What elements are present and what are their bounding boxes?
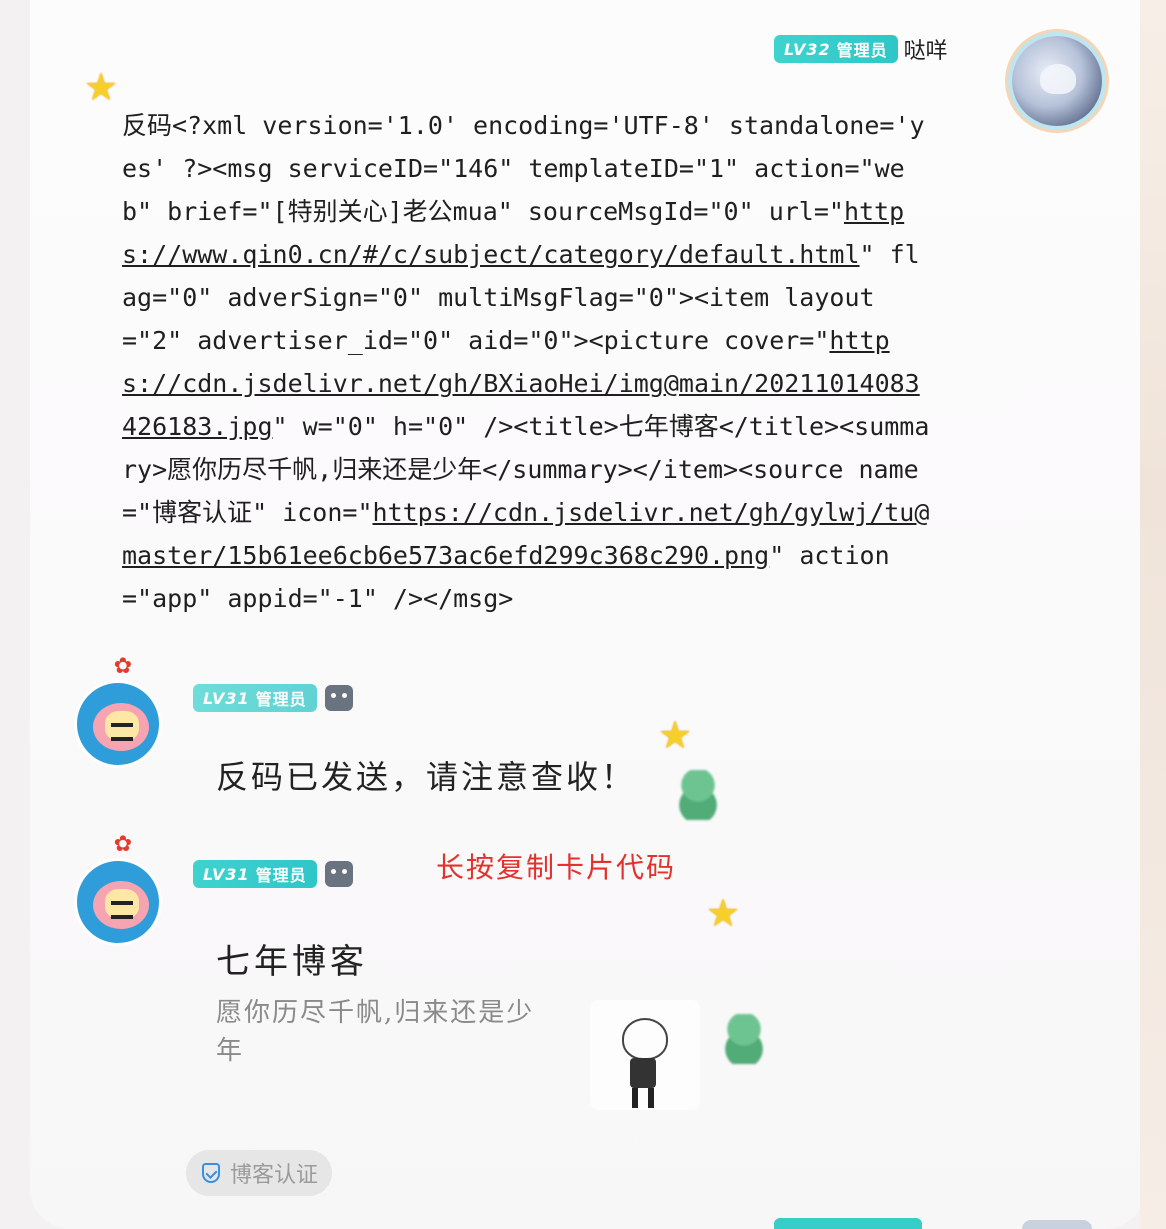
- robot-icon: [324, 685, 353, 711]
- avatar-image: [74, 858, 162, 946]
- robot-icon: [324, 861, 353, 887]
- role-text: 管理员: [255, 690, 307, 709]
- level-text: LV31: [203, 688, 250, 708]
- bot-message-header: LV31 管理员: [193, 860, 353, 888]
- self-message-header: LV32 管理员 哒咩: [774, 33, 948, 65]
- shield-icon: [202, 1163, 220, 1183]
- next-message-avatar: [1022, 1220, 1092, 1229]
- sender-name: 哒咩: [903, 39, 948, 64]
- background-decoration: [1140, 0, 1166, 1229]
- flower-icon: ✿: [113, 832, 133, 857]
- level-text: LV32: [784, 39, 831, 59]
- star-icon: ★: [705, 891, 741, 935]
- source-label: 博客认证: [230, 1163, 319, 1188]
- dino-sticker-icon: [676, 770, 720, 820]
- dino-sticker-icon: [722, 1014, 766, 1064]
- flower-icon: ✿: [113, 654, 133, 679]
- level-badge: LV31 管理员: [193, 860, 317, 888]
- copy-hint: 长按复制卡片代码: [436, 851, 677, 884]
- card-title[interactable]: 七年博客: [216, 934, 368, 983]
- star-icon: ★: [657, 713, 693, 757]
- star-icon: ★: [83, 65, 119, 109]
- avatar-image: [74, 680, 162, 768]
- avatar[interactable]: [1012, 36, 1102, 126]
- level-text: LV31: [203, 864, 250, 884]
- level-badge: LV31 管理员: [193, 684, 317, 712]
- avatar[interactable]: [74, 680, 164, 770]
- message-text-segment: 反码<?xml version='1.0' encoding='UTF-8' s…: [122, 111, 925, 226]
- role-text: 管理员: [836, 41, 888, 60]
- source-button[interactable]: 博客认证: [186, 1150, 333, 1196]
- message-text[interactable]: 反码已发送，请注意查收！: [216, 752, 636, 798]
- bot-message-header: LV31 管理员: [193, 684, 353, 712]
- level-badge: LV32 管理员: [774, 35, 898, 63]
- next-message-badge: [774, 1218, 922, 1229]
- card-cover-image[interactable]: [590, 1000, 700, 1110]
- role-text: 管理员: [255, 866, 307, 885]
- avatar[interactable]: [74, 858, 164, 948]
- self-message-bubble[interactable]: 反码<?xml version='1.0' encoding='UTF-8' s…: [122, 104, 932, 620]
- card-summary[interactable]: 愿你历尽千帆,归来还是少年: [216, 994, 556, 1070]
